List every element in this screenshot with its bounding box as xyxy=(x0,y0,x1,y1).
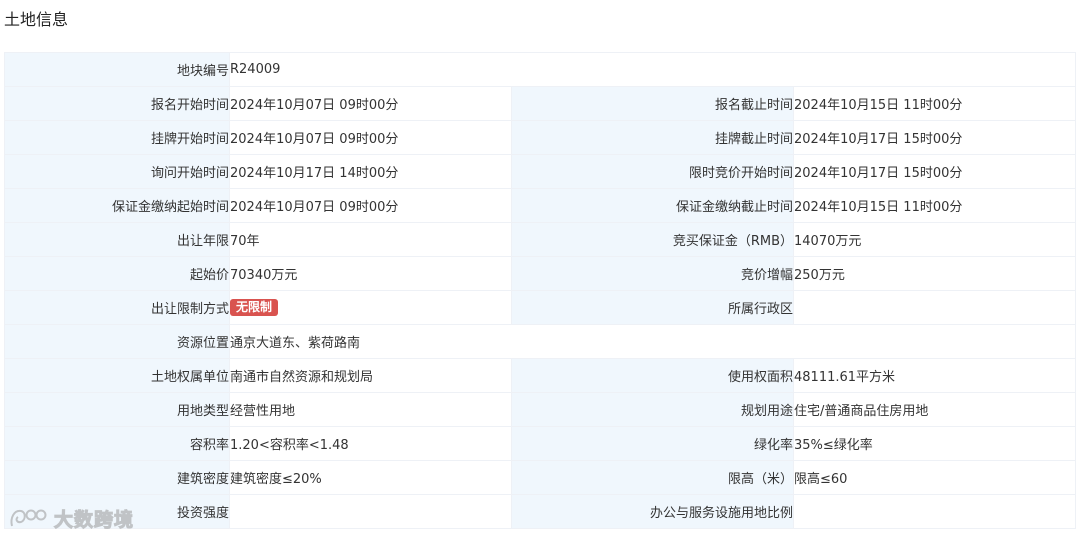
deposit-value: 14070万元 xyxy=(792,222,1077,257)
watermark-text: 大数跨境 xyxy=(53,508,135,531)
table-row: 出让限制方式 无限制 所属行政区 xyxy=(4,290,1077,325)
inquiry-start-value: 2024年10月17日 14时00分 xyxy=(229,154,512,189)
parcel-no-value: R24009 xyxy=(228,52,1077,87)
deposit-end-value: 2024年10月15日 11时00分 xyxy=(792,188,1077,223)
watermark: 大数跨境 xyxy=(8,504,134,532)
table-row: 地块编号 R24009 xyxy=(4,52,1077,87)
restriction-badge: 无限制 xyxy=(230,299,279,316)
district-value xyxy=(792,290,1077,325)
reg-start-value: 2024年10月07日 09时00分 xyxy=(229,86,512,121)
table-row: 土地权属单位 南通市自然资源和规划局 使用权面积 48111.61平方米 xyxy=(4,358,1077,393)
area-value: 48111.61平方米 xyxy=(792,358,1077,393)
bid-step-value: 250万元 xyxy=(792,256,1077,291)
area-label: 使用权面积 xyxy=(511,358,794,393)
list-end-label: 挂牌截止时间 xyxy=(511,120,794,155)
table-row: 出让年限 70年 竞买保证金（RMB） 14070万元 xyxy=(4,222,1077,257)
deposit-start-value: 2024年10月07日 09时00分 xyxy=(229,188,512,223)
brand-logo-icon xyxy=(10,509,47,527)
green-label: 绿化率 xyxy=(511,426,794,461)
green-value: 35%≤绿化率 xyxy=(792,426,1077,461)
density-value: 建筑密度≤20% xyxy=(229,460,512,495)
list-start-value: 2024年10月07日 09时00分 xyxy=(229,120,512,155)
owner-label: 土地权属单位 xyxy=(4,358,230,393)
far-value: 1.20<容积率<1.48 xyxy=(229,426,512,461)
table-row: 起始价 70340万元 竞价增幅 250万元 xyxy=(4,256,1077,291)
page-title: 土地信息 xyxy=(4,10,69,29)
start-price-label: 起始价 xyxy=(4,256,230,291)
deposit-end-label: 保证金缴纳截止时间 xyxy=(511,188,794,223)
deposit-start-label: 保证金缴纳起始时间 xyxy=(4,188,230,223)
planned-use-value: 住宅/普通商品住房用地 xyxy=(792,392,1077,427)
timed-bid-start-label: 限时竞价开始时间 xyxy=(511,154,794,189)
office-ratio-value xyxy=(792,494,1077,529)
restriction-label: 出让限制方式 xyxy=(4,290,230,325)
table-row: 挂牌开始时间 2024年10月07日 09时00分 挂牌截止时间 2024年10… xyxy=(4,120,1077,155)
table-row: 用地类型 经营性用地 规划用途 住宅/普通商品住房用地 xyxy=(4,392,1077,427)
district-label: 所属行政区 xyxy=(511,290,794,325)
table-row: 建筑密度 建筑密度≤20% 限高（米） 限高≤60 xyxy=(4,460,1077,495)
reg-end-label: 报名截止时间 xyxy=(511,86,794,121)
parcel-no-label: 地块编号 xyxy=(4,52,230,87)
location-value: 通京大道东、紫荷路南 xyxy=(228,324,1077,359)
land-type-label: 用地类型 xyxy=(4,392,230,427)
list-start-label: 挂牌开始时间 xyxy=(4,120,230,155)
density-label: 建筑密度 xyxy=(4,460,230,495)
restriction-value: 无限制 xyxy=(229,290,512,325)
location-label: 资源位置 xyxy=(4,324,230,359)
table-row: 询问开始时间 2024年10月17日 14时00分 限时竞价开始时间 2024年… xyxy=(4,154,1077,189)
far-label: 容积率 xyxy=(4,426,230,461)
inquiry-start-label: 询问开始时间 xyxy=(4,154,230,189)
table-row: 投资强度 办公与服务设施用地比例 xyxy=(4,494,1077,529)
owner-value: 南通市自然资源和规划局 xyxy=(229,358,512,393)
timed-bid-start-value: 2024年10月17日 15时00分 xyxy=(792,154,1077,189)
height-label: 限高（米） xyxy=(511,460,794,495)
investment-value xyxy=(229,494,512,529)
reg-start-label: 报名开始时间 xyxy=(4,86,230,121)
table-row: 资源位置 通京大道东、紫荷路南 xyxy=(4,324,1077,359)
land-type-value: 经营性用地 xyxy=(229,392,512,427)
table-row: 容积率 1.20<容积率<1.48 绿化率 35%≤绿化率 xyxy=(4,426,1077,461)
office-ratio-label: 办公与服务设施用地比例 xyxy=(511,494,794,529)
bid-step-label: 竞价增幅 xyxy=(511,256,794,291)
start-price-value: 70340万元 xyxy=(229,256,512,291)
list-end-value: 2024年10月17日 15时00分 xyxy=(792,120,1077,155)
deposit-label: 竞买保证金（RMB） xyxy=(511,222,794,257)
term-value: 70年 xyxy=(229,222,512,257)
reg-end-value: 2024年10月15日 11时00分 xyxy=(792,86,1077,121)
table-row: 保证金缴纳起始时间 2024年10月07日 09时00分 保证金缴纳截止时间 2… xyxy=(4,188,1077,223)
planned-use-label: 规划用途 xyxy=(511,392,794,427)
table-row: 报名开始时间 2024年10月07日 09时00分 报名截止时间 2024年10… xyxy=(4,86,1077,121)
height-value: 限高≤60 xyxy=(792,460,1077,495)
term-label: 出让年限 xyxy=(4,222,230,257)
land-info-table: 地块编号 R24009 报名开始时间 2024年10月07日 09时00分 报名… xyxy=(4,52,1077,529)
